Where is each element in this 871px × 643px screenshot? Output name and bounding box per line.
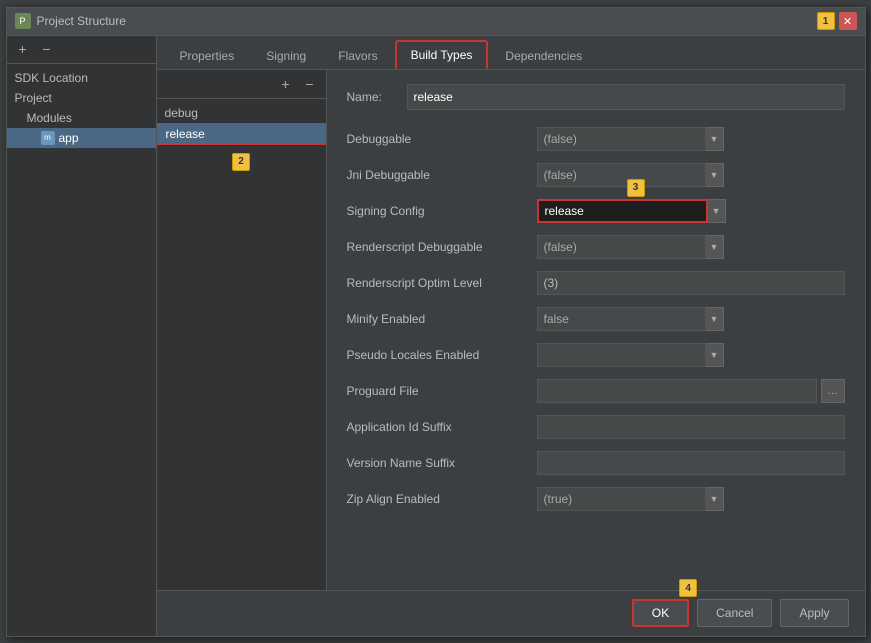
debuggable-row: Debuggable ▼ <box>347 126 845 152</box>
debuggable-dropdown-button[interactable]: ▼ <box>706 127 724 151</box>
build-item-release[interactable]: release <box>157 123 326 145</box>
app-icon: P <box>15 13 31 29</box>
signing-config-dropdown-button[interactable]: ▼ <box>708 199 726 223</box>
version-name-suffix-row: Version Name Suffix <box>347 450 845 476</box>
jni-debuggable-input[interactable] <box>537 163 706 187</box>
proguard-file-row: Proguard File … <box>347 378 845 404</box>
renderscript-optim-input[interactable] <box>537 271 845 295</box>
module-icon: m <box>41 131 55 145</box>
proguard-file-field: … <box>537 379 845 403</box>
minify-enabled-label: Minify Enabled <box>347 312 537 326</box>
minify-enabled-dropdown-button[interactable]: ▼ <box>706 307 724 331</box>
sidebar-add-button[interactable]: + <box>13 39 33 59</box>
sidebar-remove-button[interactable]: − <box>37 39 57 59</box>
cancel-button[interactable]: Cancel <box>697 599 772 627</box>
version-name-suffix-input[interactable] <box>537 451 845 475</box>
zip-align-label: Zip Align Enabled <box>347 492 537 506</box>
step-badge-1: 1 <box>817 12 835 30</box>
pseudo-locales-row: Pseudo Locales Enabled ▼ <box>347 342 845 368</box>
debuggable-field: ▼ <box>537 127 845 151</box>
debuggable-label: Debuggable <box>347 132 537 146</box>
build-list: debug release <box>157 99 326 149</box>
version-name-suffix-field <box>537 451 845 475</box>
sidebar-item-modules[interactable]: Modules <box>7 108 156 128</box>
minify-enabled-field: ▼ <box>537 307 845 331</box>
build-list-panel: + − debug release 2 <box>157 70 327 590</box>
zip-align-field: ▼ <box>537 487 845 511</box>
tabs-bar: Properties Signing Flavors Build Types D… <box>157 36 865 70</box>
title-bar-left: P Project Structure <box>15 13 126 29</box>
renderscript-debuggable-field: ▼ <box>537 235 845 259</box>
apply-button[interactable]: Apply <box>780 599 848 627</box>
step-badge-3: 3 <box>627 179 645 197</box>
sidebar-toolbar: + − <box>7 36 156 64</box>
jni-debuggable-label: Jni Debuggable <box>347 168 537 182</box>
signing-config-label: Signing Config <box>347 204 537 218</box>
build-list-add-button[interactable]: + <box>276 74 296 94</box>
tab-signing[interactable]: Signing <box>251 42 321 69</box>
renderscript-debuggable-input[interactable] <box>537 235 706 259</box>
name-input[interactable] <box>407 84 845 110</box>
renderscript-optim-row: Renderscript Optim Level <box>347 270 845 296</box>
sidebar-items: SDK Location Project Modules m app <box>7 64 156 636</box>
proguard-file-label: Proguard File <box>347 384 537 398</box>
sidebar-item-project[interactable]: Project <box>7 88 156 108</box>
zip-align-row: Zip Align Enabled ▼ <box>347 486 845 512</box>
tab-properties[interactable]: Properties <box>165 42 250 69</box>
app-id-suffix-input[interactable] <box>537 415 845 439</box>
proguard-browse-button[interactable]: … <box>821 379 845 403</box>
app-id-suffix-label: Application Id Suffix <box>347 420 537 434</box>
content-area: + − SDK Location Project Modules m app <box>7 36 865 636</box>
jni-debuggable-row: Jni Debuggable ▼ <box>347 162 845 188</box>
debuggable-input[interactable] <box>537 127 706 151</box>
step-badge-4: 4 <box>679 579 697 597</box>
sidebar-item-app[interactable]: m app <box>7 128 156 148</box>
tab-build-types[interactable]: Build Types <box>395 40 489 69</box>
version-name-suffix-label: Version Name Suffix <box>347 456 537 470</box>
name-row: Name: <box>347 84 845 110</box>
minify-enabled-input[interactable] <box>537 307 706 331</box>
pseudo-locales-dropdown-button[interactable]: ▼ <box>706 343 724 367</box>
renderscript-debuggable-dropdown-button[interactable]: ▼ <box>706 235 724 259</box>
renderscript-debuggable-row: Renderscript Debuggable ▼ <box>347 234 845 260</box>
renderscript-optim-field <box>537 271 845 295</box>
sidebar: + − SDK Location Project Modules m app <box>7 36 157 636</box>
build-list-remove-button[interactable]: − <box>300 74 320 94</box>
main-panel: Properties Signing Flavors Build Types D… <box>157 36 865 636</box>
pseudo-locales-input[interactable] <box>537 343 706 367</box>
signing-config-field: ▼ 3 <box>537 199 845 223</box>
ok-btn-wrapper: OK 4 <box>632 599 689 627</box>
step-badge-2: 2 <box>232 153 250 171</box>
name-label: Name: <box>347 90 407 104</box>
jni-debuggable-dropdown-button[interactable]: ▼ <box>706 163 724 187</box>
pseudo-locales-field: ▼ <box>537 343 845 367</box>
close-button[interactable]: ✕ <box>839 12 857 30</box>
minify-enabled-row: Minify Enabled ▼ <box>347 306 845 332</box>
bottom-bar: OK 4 Cancel Apply <box>157 590 865 636</box>
title-bar: P Project Structure 1 ✕ <box>7 8 865 36</box>
pseudo-locales-label: Pseudo Locales Enabled <box>347 348 537 362</box>
tab-dependencies[interactable]: Dependencies <box>490 42 597 69</box>
ok-button[interactable]: OK <box>632 599 689 627</box>
signing-config-input[interactable] <box>537 199 708 223</box>
zip-align-dropdown-button[interactable]: ▼ <box>706 487 724 511</box>
renderscript-debuggable-label: Renderscript Debuggable <box>347 240 537 254</box>
renderscript-optim-label: Renderscript Optim Level <box>347 276 537 290</box>
app-id-suffix-row: Application Id Suffix <box>347 414 845 440</box>
main-window: P Project Structure 1 ✕ + − SDK Location… <box>6 7 866 637</box>
proguard-file-input[interactable] <box>537 379 817 403</box>
signing-config-row: Signing Config ▼ 3 <box>347 198 845 224</box>
window-title: Project Structure <box>37 14 126 28</box>
tab-flavors[interactable]: Flavors <box>323 42 392 69</box>
form-area: Name: Debuggable ▼ Jni Debuggable <box>327 70 865 590</box>
zip-align-input[interactable] <box>537 487 706 511</box>
jni-debuggable-field: ▼ <box>537 163 845 187</box>
sidebar-item-sdk-location[interactable]: SDK Location <box>7 68 156 88</box>
build-item-debug[interactable]: debug <box>157 103 326 123</box>
app-id-suffix-field <box>537 415 845 439</box>
